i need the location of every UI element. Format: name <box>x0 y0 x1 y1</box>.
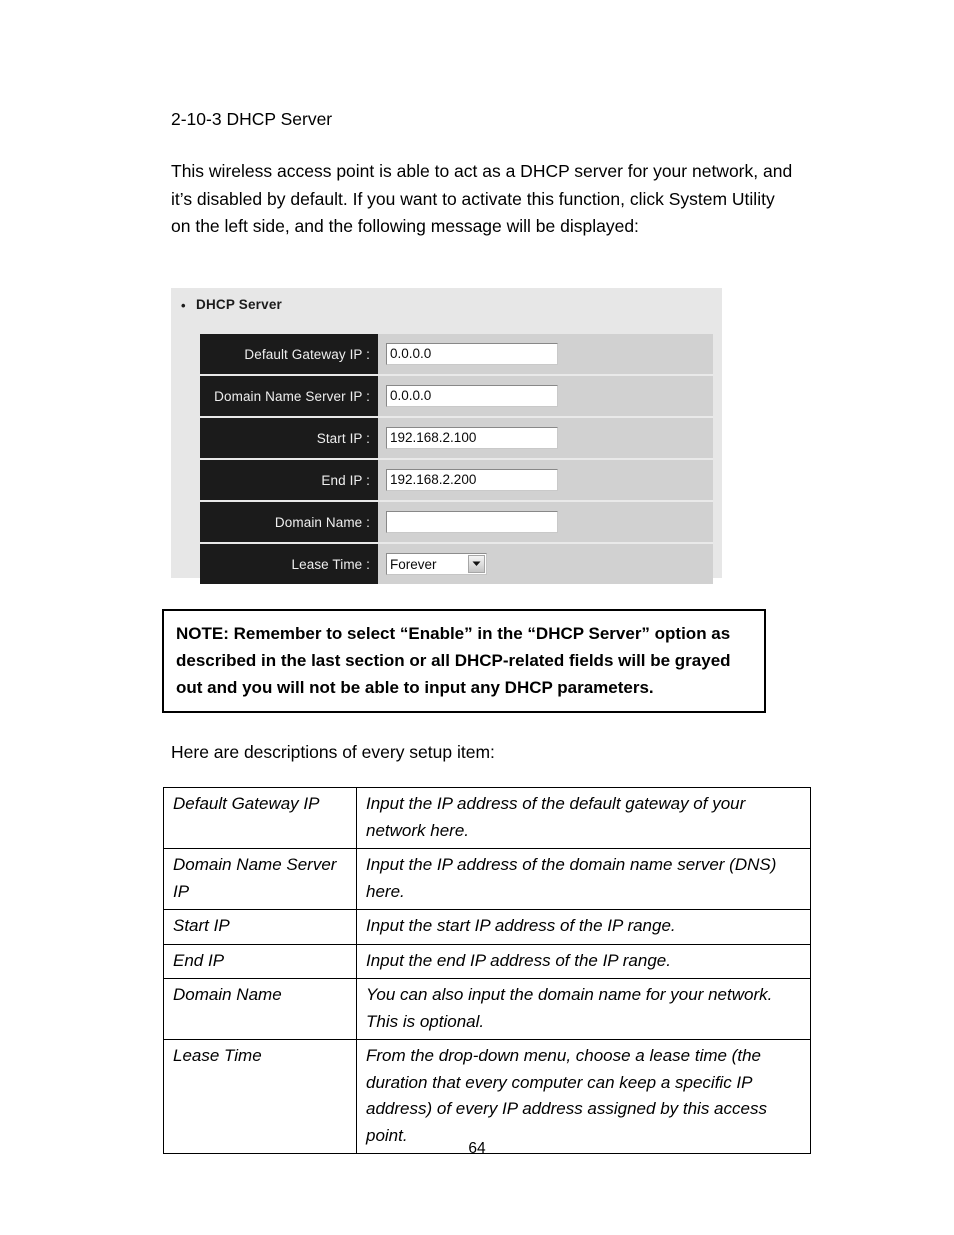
text-input[interactable]: 192.168.2.100 <box>386 427 558 449</box>
field-container: 192.168.2.200 <box>378 460 713 500</box>
field-label: End IP : <box>200 460 378 500</box>
field-label: Start IP : <box>200 418 378 458</box>
chevron-down-icon[interactable] <box>468 555 485 573</box>
text-input[interactable]: 0.0.0.0 <box>386 385 558 407</box>
page-number: 64 <box>468 1140 486 1157</box>
note-box: NOTE: Remember to select “Enable” in the… <box>162 609 766 713</box>
field-container: 0.0.0.0 <box>378 334 713 374</box>
dhcp-server-panel: • DHCP Server Default Gateway IP : 0.0.0.… <box>171 288 722 584</box>
descriptions-lead: Here are descriptions of every setup ite… <box>171 742 495 762</box>
table-row: Start IP Input the start IP address of th… <box>163 909 811 945</box>
setup-item-definition: Input the IP address of the domain name … <box>356 848 811 910</box>
setup-item-term: Domain Name <box>163 978 357 1040</box>
panel-title-label: DHCP Server <box>196 297 282 312</box>
setup-item-definition: Input the start IP address of the IP ran… <box>356 909 811 945</box>
setup-item-definition: Input the IP address of the default gate… <box>356 787 811 849</box>
lease-time-select[interactable]: Forever <box>386 553 487 575</box>
field-label: Domain Name : <box>200 502 378 542</box>
form-row: Start IP : 192.168.2.100 <box>200 416 713 458</box>
text-input[interactable]: 0.0.0.0 <box>386 343 558 365</box>
setup-item-term: Lease Time <box>163 1039 357 1154</box>
table-row: Domain Name You can also input the domain… <box>163 978 811 1040</box>
setup-item-term: Start IP <box>163 909 357 945</box>
descriptions-table: Default Gateway IP Input the IP address o… <box>163 787 811 1154</box>
form-row: Domain Name : <box>200 500 713 542</box>
form-row: Lease Time : Forever <box>200 542 713 584</box>
bullet-icon: • <box>181 298 186 313</box>
intro-paragraph: This wireless access point is able to ac… <box>171 161 793 236</box>
form-row: Default Gateway IP : 0.0.0.0 <box>200 334 713 374</box>
text-input[interactable]: 192.168.2.200 <box>386 469 558 491</box>
table-row: End IP Input the end IP address of the IP… <box>163 943 811 979</box>
field-container: 0.0.0.0 <box>378 376 713 416</box>
section-heading: 2-10-3 DHCP Server <box>171 109 333 129</box>
form-row: Domain Name Server IP : 0.0.0.0 <box>200 374 713 416</box>
dhcp-form: Default Gateway IP :0.0.0.0 Domain Name S… <box>200 334 713 584</box>
setup-item-definition: Input the end IP address of the IP range… <box>356 943 811 979</box>
table-row: Default Gateway IP Input the IP address o… <box>163 787 811 849</box>
setup-item-term: Domain Name Server IP <box>163 848 357 910</box>
lease-time-selected-value: Forever <box>390 556 437 572</box>
form-row: End IP : 192.168.2.200 <box>200 458 713 500</box>
field-container: Forever <box>378 544 713 584</box>
setup-item-term: Default Gateway IP <box>163 787 357 849</box>
table-row: Lease Time From the drop-down menu, choos… <box>163 1039 811 1154</box>
table-row: Domain Name Server IP Input the IP addres… <box>163 848 811 910</box>
field-label: Domain Name Server IP : <box>200 376 378 416</box>
field-container: 192.168.2.100 <box>378 418 713 458</box>
manual-page: 2-10-3 DHCP Server This wireless access … <box>0 0 954 1235</box>
setup-item-definition: From the drop-down menu, choose a lease … <box>356 1039 811 1154</box>
text-input[interactable] <box>386 511 558 533</box>
field-label: Lease Time : <box>200 544 378 584</box>
setup-item-term: End IP <box>163 943 357 979</box>
field-container <box>378 502 713 542</box>
panel-title: • DHCP Server <box>181 297 282 313</box>
setup-item-definition: You can also input the domain name for y… <box>356 978 811 1040</box>
field-label: Default Gateway IP : <box>200 334 378 374</box>
